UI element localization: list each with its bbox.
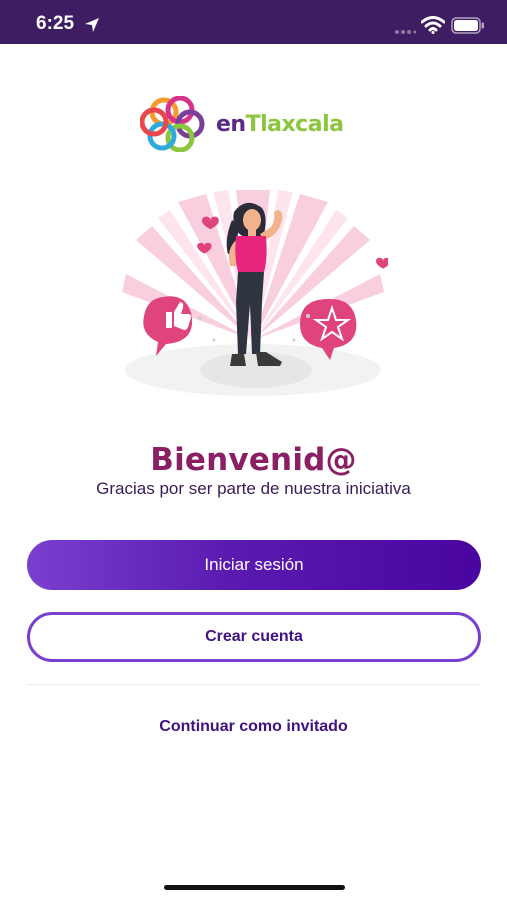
logo-text-main: Tlaxcala bbox=[245, 112, 344, 137]
signal-icon bbox=[395, 30, 416, 34]
wifi-icon bbox=[421, 16, 445, 34]
welcome-illustration bbox=[122, 190, 388, 396]
create-account-button[interactable]: Crear cuenta bbox=[27, 612, 481, 662]
home-indicator[interactable] bbox=[164, 885, 345, 890]
logo-text: enTlaxcala bbox=[216, 112, 344, 137]
app-logo: enTlaxcala bbox=[140, 96, 380, 156]
welcome-subtitle: Gracias por ser parte de nuestra iniciat… bbox=[96, 479, 411, 498]
welcome-title: Bienvenid@ bbox=[150, 442, 357, 478]
divider bbox=[27, 684, 481, 685]
logo-flower-icon bbox=[140, 96, 205, 152]
battery-icon bbox=[451, 17, 484, 34]
continue-as-guest-link[interactable]: Continuar como invitado bbox=[0, 718, 507, 736]
location-arrow-icon bbox=[85, 18, 99, 32]
login-button[interactable]: Iniciar sesión bbox=[27, 540, 481, 590]
status-bar: 6:25 bbox=[0, 0, 507, 44]
logo-text-prefix: en bbox=[216, 112, 246, 137]
thumbs-up-bubble-icon bbox=[143, 296, 193, 356]
status-time: 6:25 bbox=[36, 13, 75, 34]
